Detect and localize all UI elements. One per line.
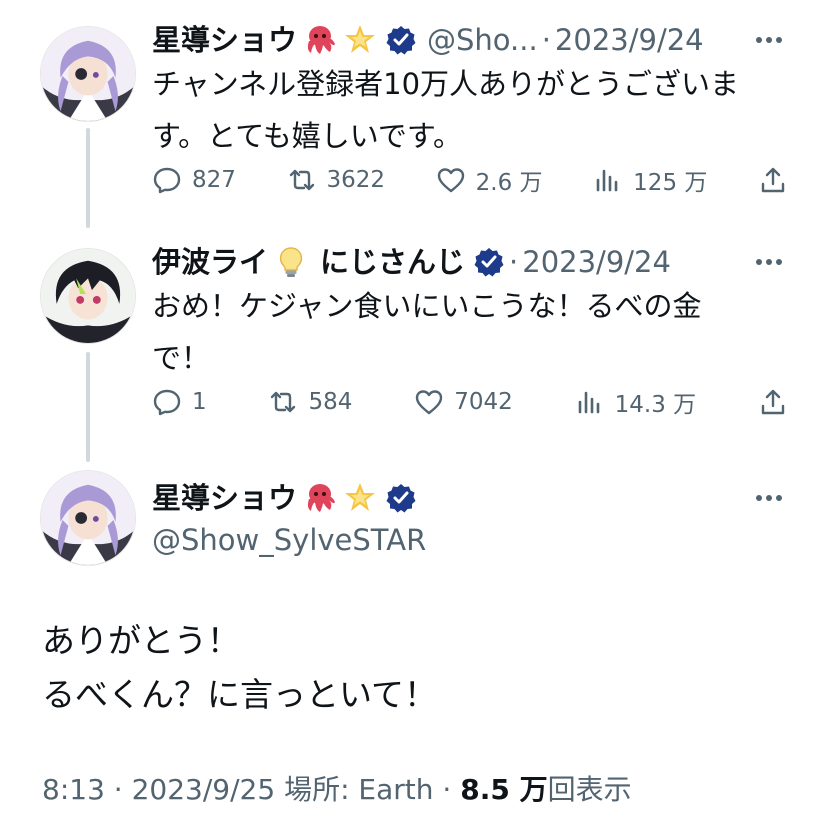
views-count: 14.3 万 [614, 392, 697, 418]
lightbulb-emoji-icon [274, 245, 308, 279]
tweet-full-date[interactable]: 2023/9/25 [132, 773, 276, 806]
tweet-actions: 827 3622 2.6 万 125 万 [152, 160, 788, 200]
retweet-count: 3622 [326, 167, 386, 193]
avatar[interactable] [40, 248, 136, 344]
tweet-actions: 1 584 7042 14.3 万 [152, 382, 788, 422]
views-button[interactable]: 14.3 万 [575, 385, 697, 419]
more-dots-icon [756, 495, 782, 501]
retweet-button[interactable]: 3622 [287, 165, 386, 195]
separator-dot: · [541, 23, 551, 57]
reply-icon [153, 167, 181, 194]
avatar[interactable] [40, 26, 136, 122]
retweet-icon [289, 169, 314, 191]
share-button[interactable] [758, 165, 788, 195]
display-name[interactable]: 伊波ライ [152, 242, 268, 282]
tweet-date[interactable]: 2023/9/24 [522, 242, 671, 282]
tweet-header: 星導ショウ @Sho... · 2023/9/24 [152, 20, 704, 60]
retweet-icon [271, 391, 296, 413]
views-count: 8.5 万 [460, 773, 548, 806]
heart-icon [437, 168, 464, 193]
display-name[interactable]: 星導ショウ [152, 20, 297, 60]
more-options-button[interactable] [754, 483, 784, 513]
octopus-emoji-icon [303, 23, 337, 57]
glowing-star-icon [343, 23, 377, 57]
focus-tweet-text: ありがとう！ るべくん？に言っといて！ [42, 614, 437, 722]
views-button[interactable]: 125 万 [593, 163, 707, 197]
views-chart-icon [578, 391, 599, 414]
more-dots-icon [756, 259, 782, 265]
tweet-text: チャンネル登録者10万人ありがとうございます。とても嬉しいです。 [152, 67, 740, 153]
avatar[interactable] [40, 470, 136, 566]
display-name[interactable]: 星導ショウ [152, 478, 297, 518]
retweet-button[interactable]: 584 [268, 387, 352, 417]
more-dots-icon [756, 37, 782, 43]
reply-button[interactable]: 827 [152, 165, 236, 195]
reply-count: 1 [192, 389, 207, 415]
tweet-location[interactable]: 場所: Earth [284, 773, 433, 806]
thread-line-2 [86, 352, 90, 462]
more-options-button[interactable] [754, 25, 784, 55]
like-button[interactable]: 7042 [414, 387, 513, 417]
tweet-time[interactable]: 8:13 [42, 773, 105, 806]
share-icon [761, 167, 785, 193]
reply-icon [153, 389, 181, 416]
verified-badge-icon [385, 24, 417, 56]
handle[interactable]: @Sho... [427, 20, 538, 60]
tweet-meta: 8:13 · 2023/9/25 場所: Earth · 8.5 万回表示 [42, 770, 632, 810]
tweet-header: 伊波ライ にじさんじ · 2023/9/24 [152, 242, 671, 282]
focus-text-line-1: ありがとう！ [42, 621, 240, 660]
separator-dot: · [113, 773, 123, 806]
display-name-suffix[interactable]: にじさんじ [320, 242, 465, 282]
like-count: 7042 [454, 389, 513, 415]
views-chart-icon [596, 169, 618, 192]
like-button[interactable]: 2.6 万 [436, 163, 543, 197]
tweet-date[interactable]: 2023/9/24 [555, 20, 704, 60]
retweet-count: 584 [308, 389, 353, 415]
separator-dot: · [509, 245, 519, 279]
handle[interactable]: @Show_SylveSTAR [152, 520, 426, 560]
heart-icon [416, 390, 443, 415]
glowing-star-icon [343, 481, 377, 515]
verified-badge-icon [385, 482, 417, 514]
thread-line-1 [86, 128, 90, 228]
share-button[interactable] [758, 387, 788, 417]
focus-text-line-2: るべくん？に言っといて！ [42, 675, 438, 714]
views-count: 125 万 [633, 170, 708, 196]
share-icon [761, 389, 785, 415]
tweet-text: おめ！ケジャン食いにいこうな！るべの金で！ [152, 289, 702, 375]
more-options-button[interactable] [754, 247, 784, 277]
focus-tweet-header: 星導ショウ [152, 478, 417, 518]
octopus-emoji-icon [303, 481, 337, 515]
reply-count: 827 [192, 167, 236, 193]
separator-dot: · [442, 773, 452, 806]
reply-button[interactable]: 1 [152, 387, 207, 417]
verified-badge-icon [473, 246, 505, 278]
views-label[interactable]: 回表示 [548, 773, 632, 806]
like-count: 2.6 万 [475, 170, 543, 196]
